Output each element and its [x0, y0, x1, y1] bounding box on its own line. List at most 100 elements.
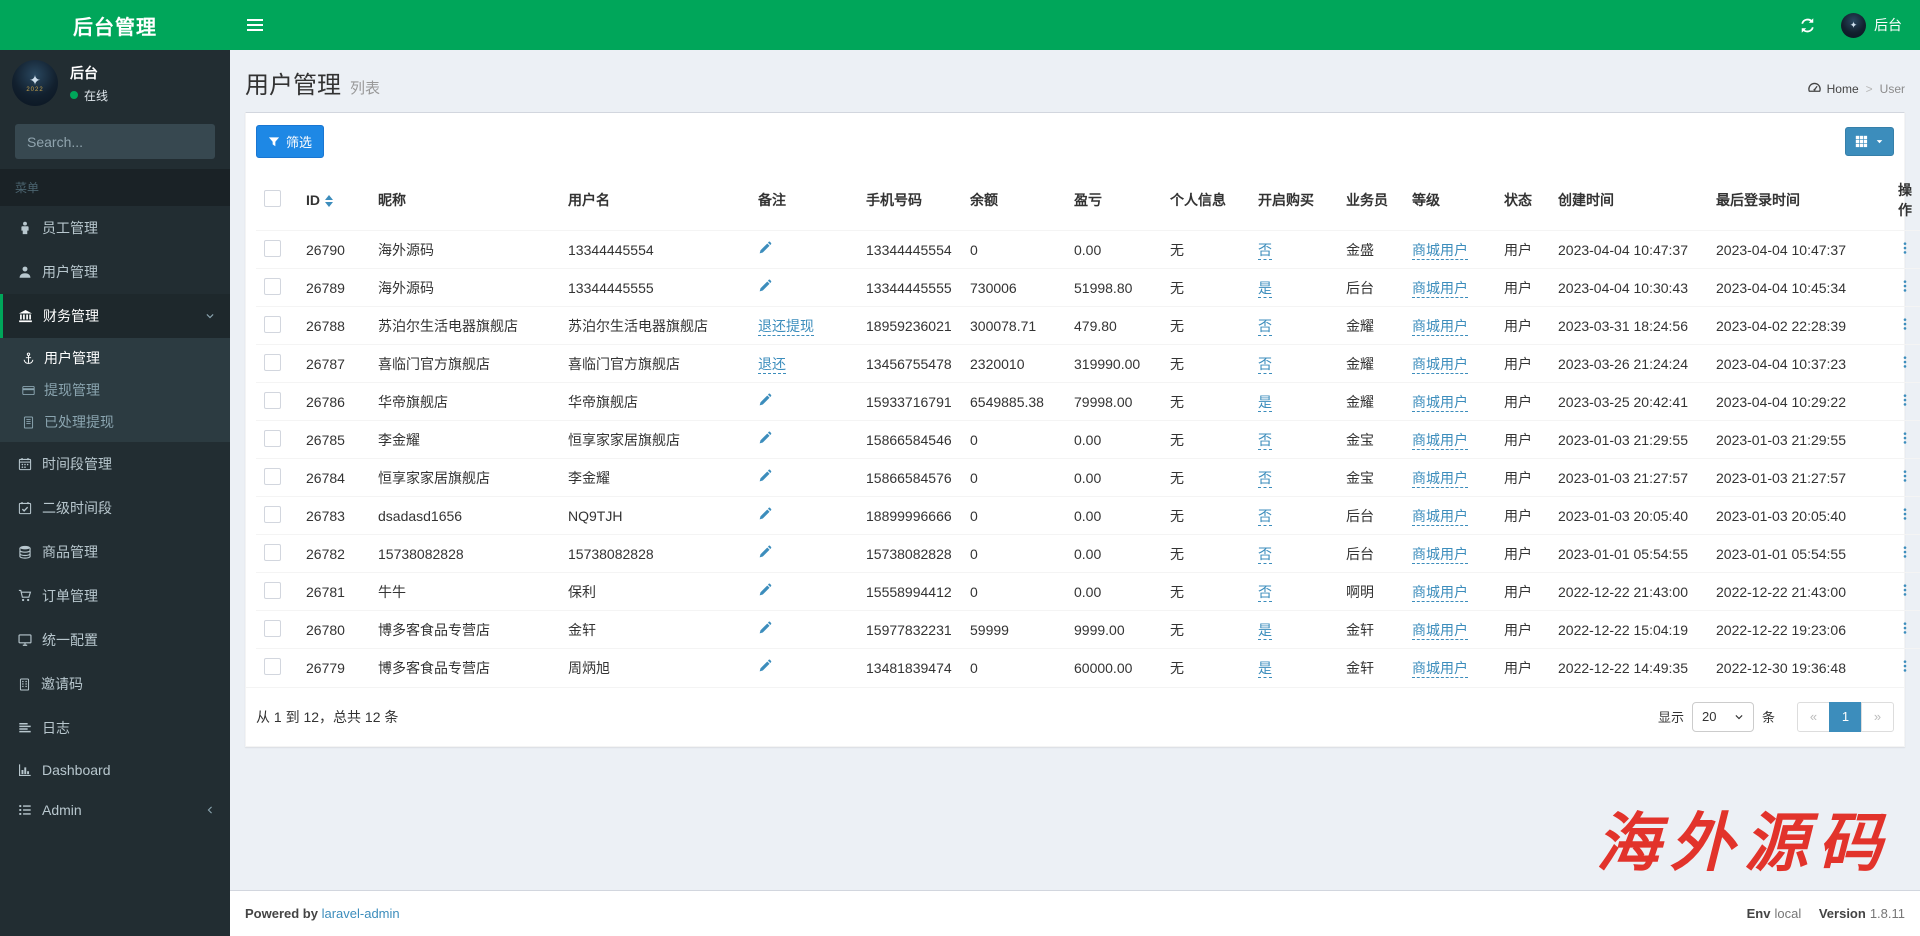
sidebar-user-status-label[interactable]: 在线 [84, 87, 108, 104]
navbar-user-menu[interactable]: ✦ 后台 [1841, 12, 1902, 38]
sort-icon[interactable] [325, 195, 333, 208]
level-link[interactable]: 商城用户 [1412, 621, 1468, 640]
row-checkbox[interactable] [264, 277, 281, 295]
select-all-checkbox[interactable] [264, 190, 281, 207]
row-checkbox[interactable] [264, 467, 281, 485]
level-link[interactable]: 商城用户 [1412, 507, 1468, 526]
level-link[interactable]: 商城用户 [1412, 241, 1468, 260]
cell-id: 26780 [298, 610, 370, 649]
buy-enabled-toggle[interactable]: 否 [1258, 583, 1272, 602]
sidebar-subitem[interactable]: 已处理提现 [0, 406, 230, 438]
sidebar-item[interactable]: 订单管理 [0, 574, 230, 618]
sidebar-item[interactable]: 用户管理 [0, 250, 230, 294]
cell-remark [750, 420, 858, 459]
cell-actions [1880, 648, 1920, 687]
edit-remark-icon[interactable] [758, 659, 772, 673]
sidebar-item[interactable]: Admin [0, 790, 230, 830]
buy-enabled-toggle[interactable]: 是 [1258, 659, 1272, 678]
cell-remark [750, 610, 858, 649]
row-checkbox[interactable] [264, 353, 281, 371]
edit-remark-icon[interactable] [758, 279, 772, 293]
buy-enabled-toggle[interactable]: 否 [1258, 317, 1272, 336]
edit-remark-icon[interactable] [758, 431, 772, 445]
level-link[interactable]: 商城用户 [1412, 545, 1468, 564]
row-actions-button[interactable] [1898, 507, 1912, 521]
sidebar-item[interactable]: 员工管理 [0, 206, 230, 250]
level-link[interactable]: 商城用户 [1412, 659, 1468, 678]
breadcrumb-home-link[interactable]: Home [1827, 82, 1859, 96]
app-logo[interactable]: 后台管理 [0, 0, 230, 50]
pager-nav[interactable]: » [1861, 701, 1894, 732]
level-link[interactable]: 商城用户 [1412, 583, 1468, 602]
sidebar-item[interactable]: 时间段管理 [0, 442, 230, 486]
cell-status: 用户 [1496, 420, 1550, 459]
cell-buy_enabled: 否 [1250, 496, 1338, 535]
sidebar-subitem[interactable]: 用户管理 [0, 342, 230, 374]
avatar[interactable]: ✦ 2022 [12, 60, 58, 106]
edit-remark-icon[interactable] [758, 393, 772, 407]
row-checkbox[interactable] [264, 315, 281, 333]
row-checkbox[interactable] [264, 657, 281, 675]
row-checkbox[interactable] [264, 429, 281, 447]
sidebar-item[interactable]: 邀请码 [0, 662, 230, 706]
row-checkbox[interactable] [264, 239, 281, 257]
edit-remark-icon[interactable] [758, 469, 772, 483]
buy-enabled-toggle[interactable]: 否 [1258, 355, 1272, 374]
cell-profit: 60000.00 [1066, 648, 1162, 687]
cell-level: 商城用户 [1404, 648, 1496, 687]
edit-remark-icon[interactable] [758, 507, 772, 521]
row-checkbox[interactable] [264, 543, 281, 561]
row-checkbox[interactable] [264, 505, 281, 523]
remark-link[interactable]: 退还 [758, 355, 786, 374]
row-checkbox[interactable] [264, 581, 281, 599]
buy-enabled-toggle[interactable]: 是 [1258, 279, 1272, 298]
per-page-select[interactable]: 20 [1691, 701, 1754, 732]
row-checkbox[interactable] [264, 391, 281, 409]
buy-enabled-toggle[interactable]: 否 [1258, 507, 1272, 526]
laravel-admin-link[interactable]: laravel-admin [322, 906, 400, 921]
row-actions-button[interactable] [1898, 241, 1912, 255]
buy-enabled-toggle[interactable]: 否 [1258, 241, 1272, 260]
buy-enabled-toggle[interactable]: 否 [1258, 545, 1272, 564]
buy-enabled-toggle[interactable]: 否 [1258, 469, 1272, 488]
row-actions-button[interactable] [1898, 621, 1912, 635]
row-actions-button[interactable] [1898, 317, 1912, 331]
sidebar-item[interactable]: 商品管理 [0, 530, 230, 574]
sidebar-item[interactable]: 日志 [0, 706, 230, 750]
buy-enabled-toggle[interactable]: 否 [1258, 431, 1272, 450]
refresh-button[interactable] [1787, 0, 1827, 50]
remark-link[interactable]: 退还提现 [758, 317, 814, 336]
edit-remark-icon[interactable] [758, 545, 772, 559]
row-actions-button[interactable] [1898, 545, 1912, 559]
sidebar-item[interactable]: 统一配置 [0, 618, 230, 662]
sidebar-item[interactable]: Dashboard [0, 750, 230, 790]
buy-enabled-toggle[interactable]: 是 [1258, 621, 1272, 640]
edit-remark-icon[interactable] [758, 621, 772, 635]
sidebar-item[interactable]: 财务管理 [0, 294, 230, 338]
level-link[interactable]: 商城用户 [1412, 279, 1468, 298]
row-actions-button[interactable] [1898, 279, 1912, 293]
row-checkbox[interactable] [264, 619, 281, 637]
row-actions-button[interactable] [1898, 393, 1912, 407]
sidebar-toggle-button[interactable] [230, 0, 280, 50]
row-actions-button[interactable] [1898, 583, 1912, 597]
level-link[interactable]: 商城用户 [1412, 431, 1468, 450]
pager-nav[interactable]: « [1797, 701, 1830, 732]
row-actions-button[interactable] [1898, 431, 1912, 445]
sidebar-subitem[interactable]: 提现管理 [0, 374, 230, 406]
level-link[interactable]: 商城用户 [1412, 355, 1468, 374]
column-selector-button[interactable] [1845, 127, 1894, 156]
row-actions-button[interactable] [1898, 659, 1912, 673]
level-link[interactable]: 商城用户 [1412, 317, 1468, 336]
level-link[interactable]: 商城用户 [1412, 469, 1468, 488]
edit-remark-icon[interactable] [758, 241, 772, 255]
pager-page-current[interactable]: 1 [1829, 701, 1862, 732]
row-actions-button[interactable] [1898, 355, 1912, 369]
level-link[interactable]: 商城用户 [1412, 393, 1468, 412]
search-input[interactable] [15, 124, 215, 159]
buy-enabled-toggle[interactable]: 是 [1258, 393, 1272, 412]
row-actions-button[interactable] [1898, 469, 1912, 483]
sidebar-item[interactable]: 二级时间段 [0, 486, 230, 530]
filter-button[interactable]: 筛选 [256, 125, 325, 158]
edit-remark-icon[interactable] [758, 583, 772, 597]
